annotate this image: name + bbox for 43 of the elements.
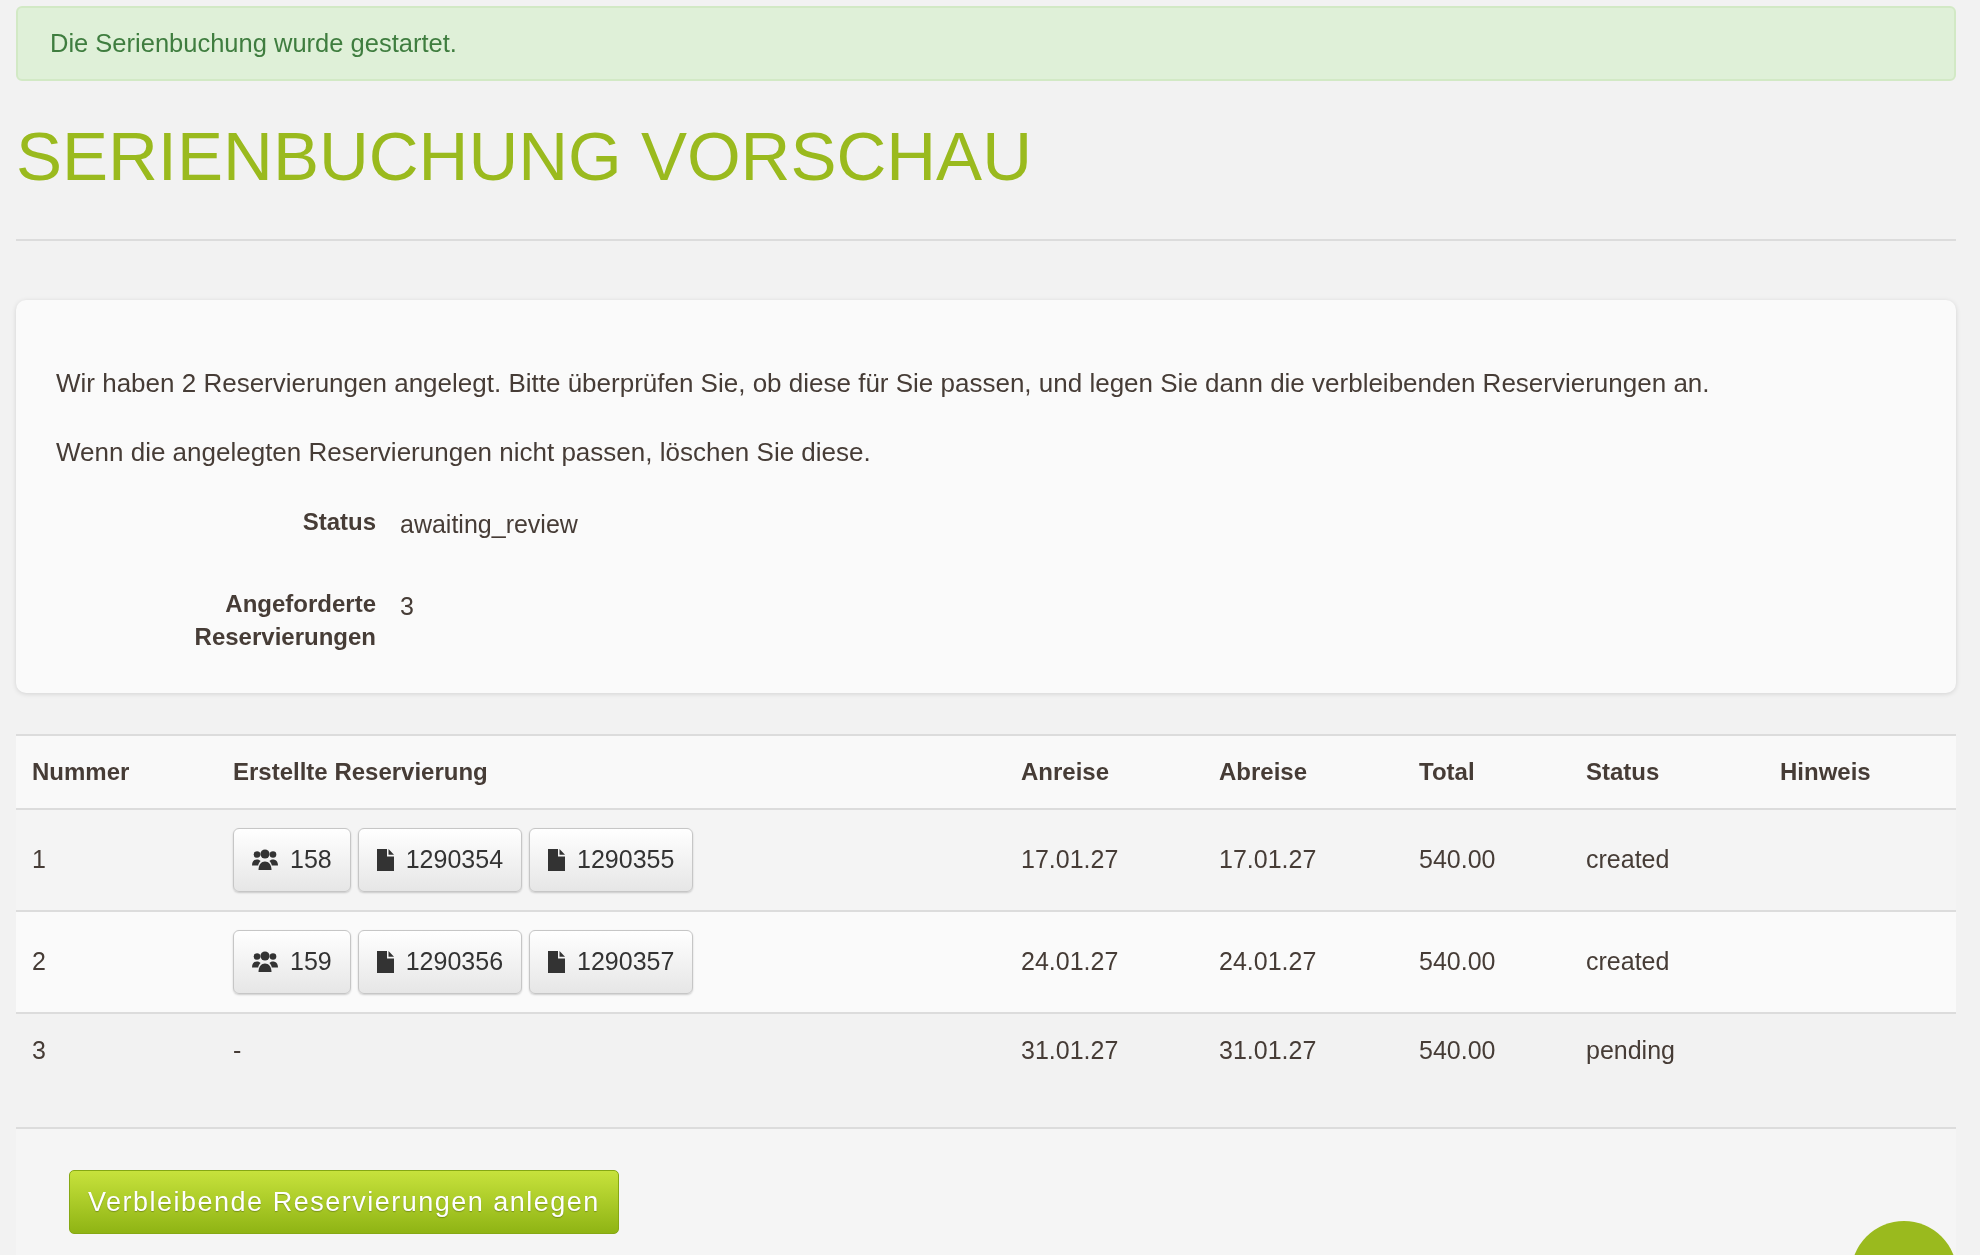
field-value: awaiting_review — [400, 508, 578, 540]
group-link-button[interactable]: 159 — [233, 929, 351, 994]
column-header: Total — [1403, 734, 1570, 809]
document-icon — [548, 950, 566, 973]
table-cell: 31.01.27 — [1021, 1035, 1119, 1064]
column-header: Erstellte Reservierung — [217, 734, 1005, 809]
document-icon — [376, 848, 394, 871]
document-icon — [376, 950, 394, 973]
table-cell: 540.00 — [1419, 1035, 1496, 1064]
document-link-button[interactable]: 1290356 — [357, 929, 523, 994]
success-alert: Die Serienbuchung wurde gestartet. — [16, 6, 1956, 81]
info-text: Wenn die angelegten Reservierungen nicht passen, löschen Sie diese. — [56, 435, 872, 469]
column-header: Nummer — [16, 734, 217, 809]
table-cell: created — [1586, 947, 1670, 976]
table-cell: 17.01.27 — [1219, 845, 1317, 874]
table-cell: 2 — [32, 947, 46, 976]
column-header: Status — [1570, 734, 1764, 809]
table-cell: pending — [1586, 1035, 1675, 1064]
table-cell: - — [233, 1035, 242, 1064]
table-cell: 540.00 — [1419, 947, 1496, 976]
column-header: Abreise — [1203, 734, 1403, 809]
field-label: Status — [301, 506, 376, 537]
field-value: 3 — [400, 590, 414, 622]
table-cell: 1 — [32, 845, 46, 874]
table-cell: 31.01.27 — [1219, 1035, 1317, 1064]
table-cell: 24.01.27 — [1219, 947, 1317, 976]
column-header: Hinweis — [1764, 734, 1956, 809]
group-link-button[interactable]: 158 — [233, 827, 351, 892]
table-cell: 3 — [32, 1035, 46, 1064]
document-link-button[interactable]: 1290355 — [529, 827, 694, 892]
document-icon — [548, 848, 566, 871]
table-cell: 17.01.27 — [1021, 845, 1119, 874]
field-label: Angeforderte Reservierungen — [193, 588, 376, 652]
document-link-button[interactable]: 1290357 — [529, 929, 694, 994]
document-link-button[interactable]: 1290354 — [357, 827, 523, 892]
table-cell: 24.01.27 — [1021, 947, 1119, 976]
table-cell: 540.00 — [1419, 845, 1496, 874]
column-header: Anreise — [1005, 734, 1203, 809]
table-cell: created — [1586, 845, 1670, 874]
people-icon — [252, 951, 278, 973]
page-title: SERIENBUCHUNG VORSCHAU — [16, 117, 1033, 197]
info-text: Wir haben 2 Reservierungen angelegt. Bitte überprüfen Sie, ob diese für Sie passen, und legen Sie dann die verbleibenden Reservierungen an. — [56, 366, 1711, 400]
people-icon — [252, 849, 278, 871]
